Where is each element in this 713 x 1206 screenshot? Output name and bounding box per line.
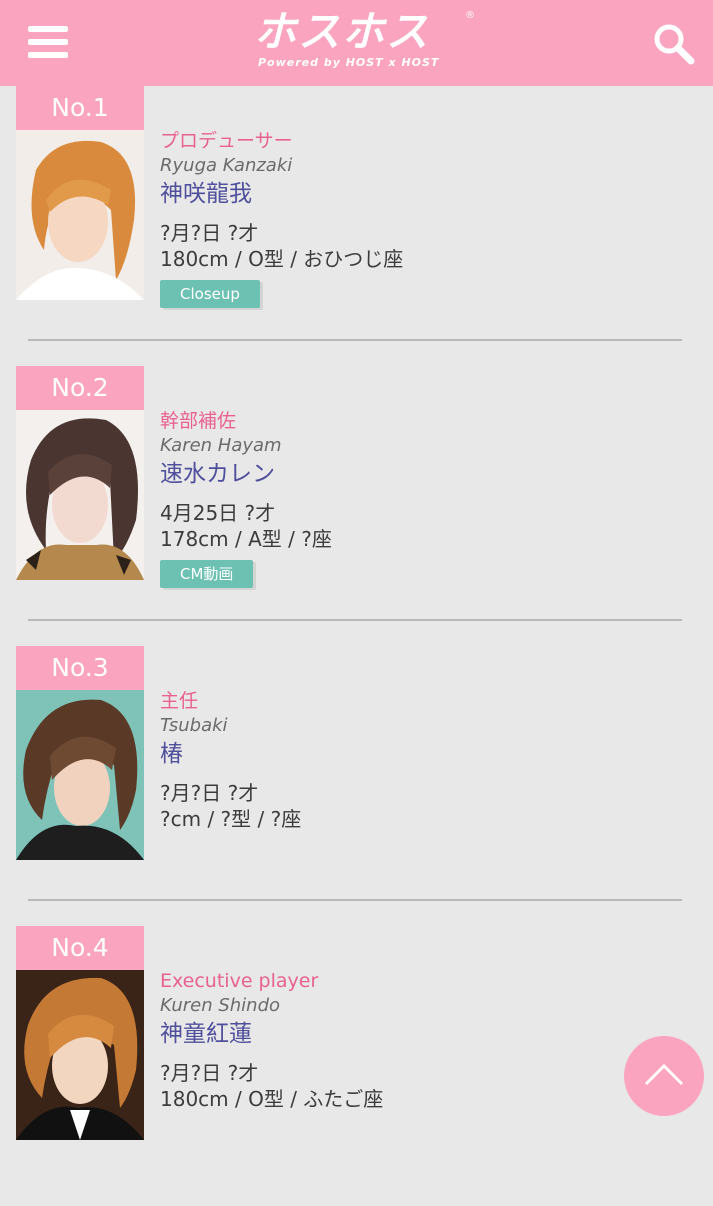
host-photo[interactable] [16, 130, 144, 300]
logo-registered-mark: ® [465, 10, 475, 21]
cm-video-button[interactable]: CM動画 [160, 560, 254, 588]
host-name[interactable]: 神咲龍我 [160, 178, 680, 212]
list-item[interactable]: No.2 幹部補佐 Karen Hayam 速水カレン 4月25日 ?才 178… [0, 366, 713, 646]
hamburger-menu-icon[interactable] [28, 26, 68, 58]
host-stats: 180cm / O型 / おひつじ座 [160, 247, 404, 271]
host-stats: 180cm / O型 / ふたご座 [160, 1087, 384, 1111]
list-item[interactable]: No.1 プロデューサー Ryuga Kanzaki 神咲龍我 ?月?日 ?才 … [0, 86, 713, 366]
app-header: ホスホス ® Powered by HOST x HOST [0, 0, 713, 86]
divider [28, 899, 682, 901]
divider [28, 619, 682, 621]
host-romaji-name: Karen Hayam [160, 435, 282, 456]
host-romaji-name: Kuren Shindo [160, 995, 281, 1016]
scroll-to-top-button[interactable] [624, 1036, 704, 1116]
host-info: 主任 Tsubaki 椿 ?月?日 ?才 ?cm / ?型 / ?座 [160, 688, 680, 832]
host-romaji-name: Ryuga Kanzaki [160, 155, 293, 176]
rank-badge: No.3 [16, 646, 144, 690]
host-birthday-age: 4月25日 ?才 [160, 501, 276, 525]
host-role: Executive player [160, 970, 319, 992]
host-stats: 178cm / A型 / ?座 [160, 527, 332, 551]
logo-tagline: Powered by HOST x HOST [258, 56, 440, 69]
host-info: Executive player Kuren Shindo 神童紅蓮 ?月?日 … [160, 968, 680, 1112]
rank-badge: No.2 [16, 366, 144, 410]
host-info: プロデューサー Ryuga Kanzaki 神咲龍我 ?月?日 ?才 180cm… [160, 128, 680, 308]
host-birthday-age: ?月?日 ?才 [160, 1061, 259, 1085]
chevron-up-icon [644, 1063, 684, 1086]
host-name[interactable]: 神童紅蓮 [160, 1018, 680, 1052]
logo-text: ホスホス [254, 7, 431, 56]
list-item[interactable]: No.4 Executive player Kuren Shindo 神童紅蓮 … [0, 926, 713, 1206]
closeup-button[interactable]: Closeup [160, 280, 260, 308]
host-birthday-age: ?月?日 ?才 [160, 781, 259, 805]
host-role: 幹部補佐 [160, 410, 237, 432]
host-info: 幹部補佐 Karen Hayam 速水カレン 4月25日 ?才 178cm / … [160, 408, 680, 588]
logo[interactable]: ホスホス ® Powered by HOST x HOST [254, 8, 476, 74]
host-stats: ?cm / ?型 / ?座 [160, 807, 302, 831]
host-romaji-name: Tsubaki [160, 715, 228, 736]
rank-badge: No.1 [16, 86, 144, 130]
host-photo[interactable] [16, 410, 144, 580]
host-photo[interactable] [16, 970, 144, 1140]
list-item[interactable]: No.3 主任 Tsubaki 椿 ?月?日 ?才 ?cm / ?型 / ?座 [0, 646, 713, 926]
host-role: プロデューサー [160, 130, 293, 152]
host-ranking-list: No.1 プロデューサー Ryuga Kanzaki 神咲龍我 ?月?日 ?才 … [0, 86, 713, 1206]
search-icon[interactable] [652, 22, 696, 66]
rank-badge: No.4 [16, 926, 144, 970]
host-birthday-age: ?月?日 ?才 [160, 221, 259, 245]
host-role: 主任 [160, 690, 199, 712]
host-photo[interactable] [16, 690, 144, 860]
host-name[interactable]: 椿 [160, 738, 680, 772]
divider [28, 339, 682, 341]
host-name[interactable]: 速水カレン [160, 458, 680, 492]
